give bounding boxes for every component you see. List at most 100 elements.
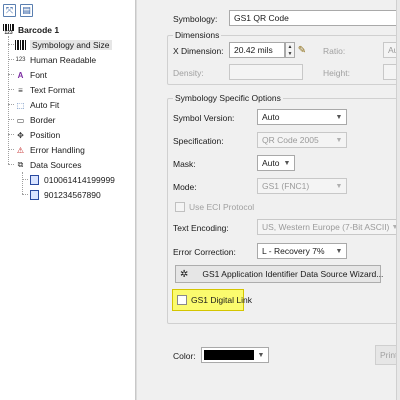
use-eci-checkbox[interactable]: Use ECI Protocol (175, 202, 254, 212)
data-source-icon (28, 190, 41, 201)
mask-label: Mask: (173, 159, 196, 169)
collapse-tree-button[interactable]: ▤ (20, 3, 33, 17)
chevron-down-icon: ▼ (335, 113, 343, 121)
x-dimension-spinner[interactable]: ▲ ▼ (285, 42, 295, 58)
x-dimension-input[interactable]: 20.42 mils (229, 42, 285, 58)
density-label: Density: (173, 68, 204, 78)
tree-item-label: Text Format (30, 85, 75, 95)
chevron-down-icon: ▼ (335, 136, 343, 144)
tree-item-label: Font (30, 70, 48, 80)
tree-connector (8, 36, 9, 164)
specification-label: Specification: (173, 136, 224, 146)
tree-item-position[interactable]: ✥ Position (14, 128, 60, 142)
font-icon: A (17, 70, 24, 80)
tree-connector (22, 172, 23, 194)
mode-value: GS1 (FNC1) (262, 181, 310, 191)
specification-value: QR Code 2005 (262, 135, 319, 145)
tree-item-symbology-and-size[interactable]: Symbology and Size (14, 38, 112, 52)
data-source-icon (28, 175, 41, 186)
gs1-wizard-label: GS1 Application Identifier Data Source W… (202, 269, 384, 279)
tree-toolbar: ⤧ ▤ (0, 0, 135, 20)
chevron-down-icon: ▼ (335, 247, 343, 255)
data-sources-icon: ⧉ (17, 160, 24, 169)
wand-icon: ✎ (297, 44, 307, 56)
density-input[interactable] (229, 64, 303, 80)
spin-up-icon: ▲ (287, 43, 293, 50)
chevron-down-icon: ▼ (257, 351, 265, 359)
layers-icon: ▤ (22, 4, 31, 15)
symbology-value: GS1 QR Code (234, 13, 289, 23)
checkbox-box (175, 202, 185, 212)
border-icon: ▭ (16, 115, 25, 125)
tree-item-data-sources[interactable]: ⧉ Data Sources (14, 158, 82, 172)
ratio-label: Ratio: (323, 46, 346, 56)
tree-item-human-readable[interactable]: 123 Human Readable (14, 53, 96, 67)
tree-item-data-source[interactable]: 010061414199999 (28, 173, 115, 187)
expand-icon: ⤧ (5, 4, 14, 15)
vertical-scrollbar[interactable] (396, 0, 400, 400)
tree-panel: ⤧ ▤ 123 Barcode 1 Symbology and Size 123… (0, 0, 136, 400)
error-correction-value: L - Recovery 7% (262, 246, 325, 256)
print-label: Print (380, 350, 398, 360)
checkbox-box (177, 295, 187, 305)
error-handling-icon: ⚠ (16, 145, 25, 155)
tree-item-label: 901234567890 (44, 190, 101, 200)
properties-panel: Symbology: GS1 QR Code Dimensions X Dime… (136, 0, 400, 400)
mode-label: Mode: (173, 182, 197, 192)
symbol-version-label: Symbol Version: (173, 113, 235, 123)
tree-item-label: Human Readable (30, 55, 97, 65)
specification-select[interactable]: QR Code 2005 ▼ (257, 132, 347, 148)
text-encoding-value: US, Western Europe (7-Bit ASCII) (262, 222, 390, 232)
options-title: Symbology Specific Options (173, 93, 283, 103)
tree-item-label: Symbology and Size (30, 40, 112, 50)
text-encoding-label: Text Encoding: (173, 223, 229, 233)
spin-down-icon: ▼ (287, 50, 293, 57)
barcode-root-icon: 123 (2, 24, 15, 37)
height-label: Height: (323, 68, 350, 78)
expand-tree-button[interactable]: ⤧ (3, 3, 16, 17)
x-dimension-label: X Dimension: (173, 46, 224, 56)
tree-item-text-format[interactable]: ≡ Text Format (14, 83, 75, 97)
mask-value: Auto (262, 158, 280, 168)
symbol-version-value: Auto (262, 112, 280, 122)
symbology-select[interactable]: GS1 QR Code (229, 10, 399, 26)
symbology-label: Symbology: (173, 14, 218, 24)
tree-item-auto-fit[interactable]: ⬚ Auto Fit (14, 98, 60, 112)
dimensions-title: Dimensions (173, 30, 222, 40)
symbol-version-select[interactable]: Auto ▼ (257, 109, 347, 125)
tree-item-label: 010061414199999 (44, 175, 115, 185)
chevron-down-icon: ▼ (335, 182, 343, 190)
properties-content: Symbology: GS1 QR Code Dimensions X Dime… (136, 0, 400, 400)
error-correction-select[interactable]: L - Recovery 7% ▼ (257, 243, 347, 259)
x-dimension-value: 20.42 mils (234, 45, 273, 55)
text-format-icon: ≡ (18, 85, 23, 95)
position-icon: ✥ (17, 130, 24, 140)
mask-select[interactable]: Auto ▼ (257, 155, 295, 171)
chevron-down-icon: ▼ (283, 159, 291, 167)
tree-item-font[interactable]: A Font (14, 68, 47, 82)
tree-item-label: Barcode 1 (18, 25, 60, 35)
color-swatch (204, 350, 254, 360)
color-picker[interactable]: ▼ (201, 347, 269, 363)
tree-item-barcode-1[interactable]: 123 Barcode 1 (2, 23, 59, 37)
x-dimension-wizard-button[interactable]: ✎ (295, 42, 309, 58)
tree-item-border[interactable]: ▭ Border (14, 113, 56, 127)
mode-select[interactable]: GS1 (FNC1) ▼ (257, 178, 347, 194)
auto-fit-icon: ⬚ (16, 100, 25, 110)
text-encoding-select[interactable]: US, Western Europe (7-Bit ASCII) ▼ (257, 219, 400, 235)
color-label: Color: (173, 351, 196, 361)
gs1-digital-link-label: GS1 Digital Link (191, 295, 252, 305)
digits-123-icon: 123 (15, 57, 26, 63)
barcode-icon (14, 40, 27, 51)
tree-item-label: Auto Fit (30, 100, 60, 110)
tree-item-error-handling[interactable]: ⚠ Error Handling (14, 143, 85, 157)
wizard-wand-icon: ✲ (180, 268, 189, 280)
tree-item-data-source[interactable]: 901234567890 (28, 188, 101, 202)
tree-item-label: Error Handling (30, 145, 85, 155)
gs1-wizard-button[interactable]: ✲ GS1 Application Identifier Data Source… (175, 265, 384, 283)
error-correction-label: Error Correction: (173, 247, 236, 257)
tree-item-label: Border (30, 115, 56, 125)
tree-item-label: Position (30, 130, 61, 140)
tree-item-label: Data Sources (30, 160, 82, 170)
gs1-digital-link-checkbox[interactable]: GS1 Digital Link (177, 295, 252, 305)
